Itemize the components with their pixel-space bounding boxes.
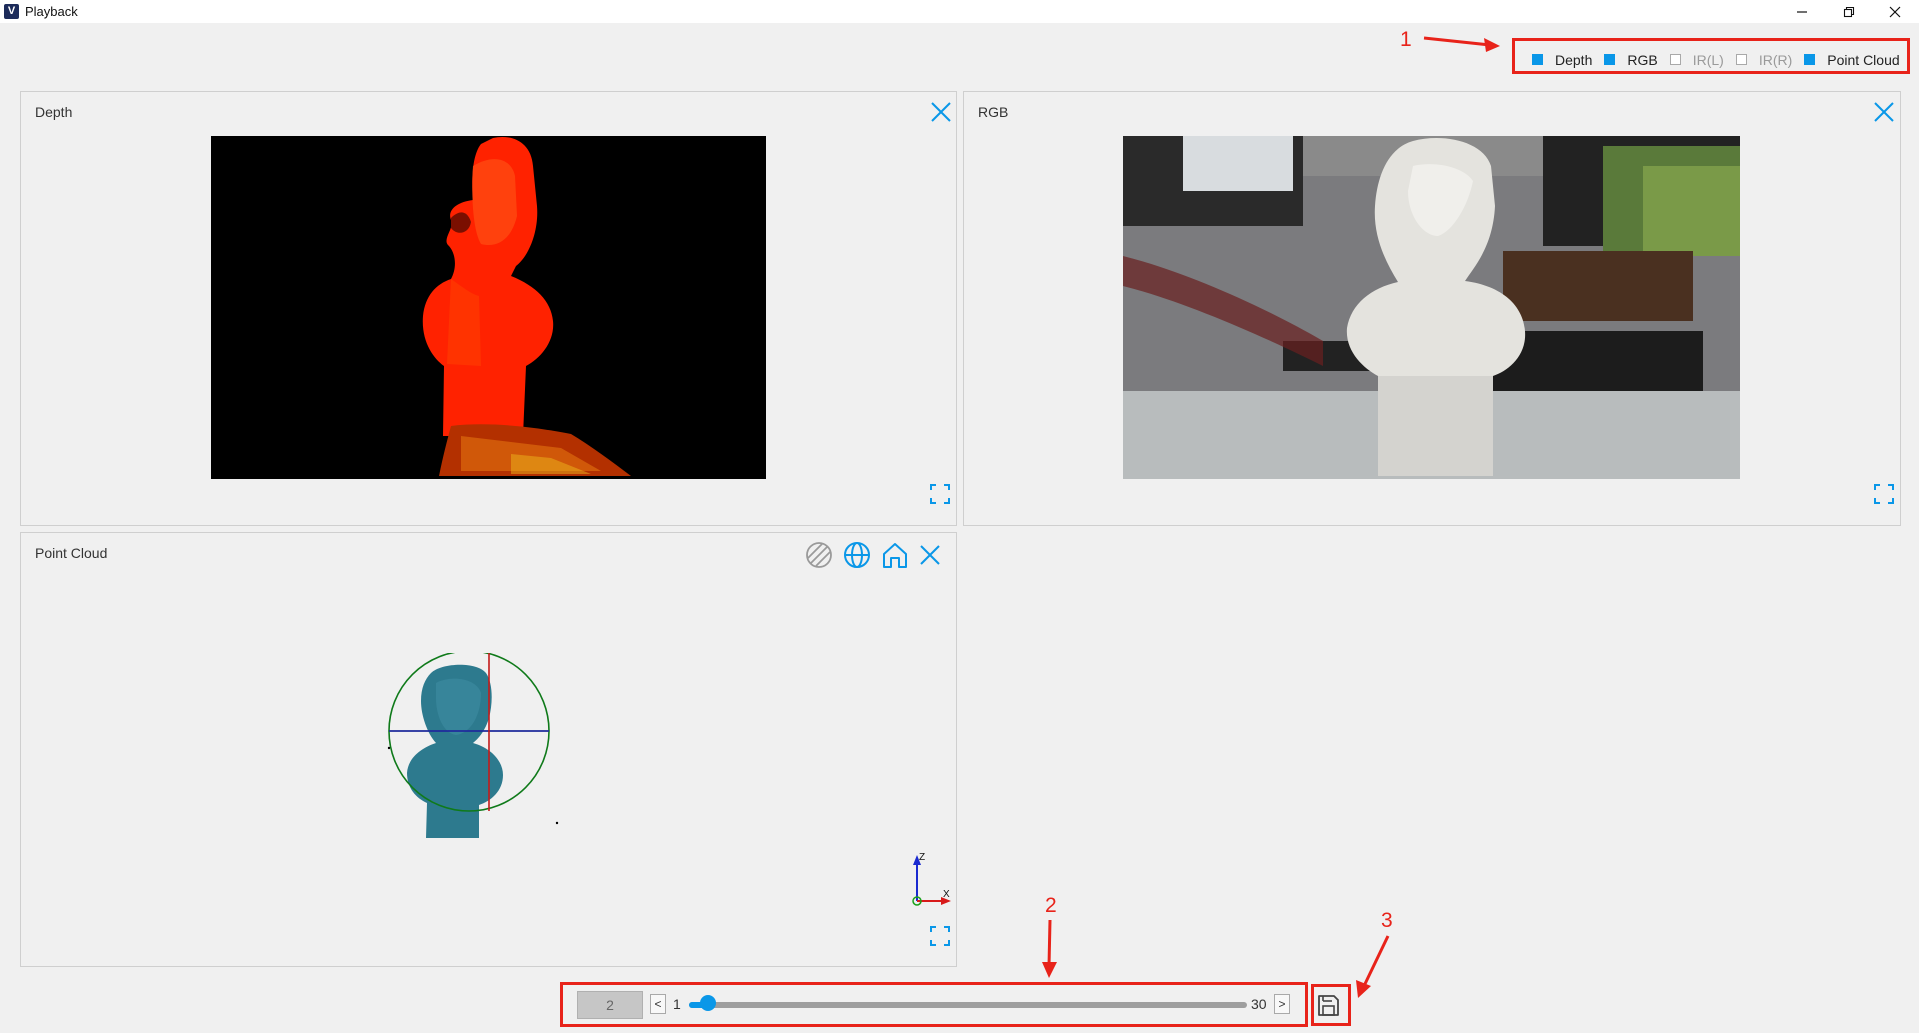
fullscreen-icon[interactable] — [1873, 483, 1895, 505]
depth-image — [211, 136, 766, 479]
minimize-button[interactable] — [1780, 0, 1824, 23]
rgb-panel: RGB — [963, 91, 1901, 526]
title-bar: V Playback — [0, 0, 1919, 23]
checkbox[interactable] — [1669, 54, 1681, 65]
panel-title: Depth — [35, 104, 73, 120]
restore-icon — [1843, 6, 1855, 17]
checkbox[interactable] — [1532, 54, 1543, 65]
point-cloud-panel: Point Cloud Z X — [20, 532, 957, 967]
checkbox[interactable] — [1604, 54, 1616, 65]
close-icon[interactable] — [1873, 101, 1895, 123]
close-icon — [1889, 6, 1901, 17]
depth-panel: Depth — [20, 91, 957, 526]
stream-toggle-rgb[interactable]: RGB — [1604, 51, 1658, 68]
next-frame-button[interactable]: > — [1274, 994, 1290, 1014]
rgb-image — [1123, 136, 1740, 479]
annotation-arrow — [1042, 919, 1057, 978]
axis-z-label: Z — [919, 852, 925, 863]
annotation-number: 2 — [1045, 894, 1057, 917]
globe-icon[interactable] — [843, 541, 871, 569]
minimize-icon — [1797, 10, 1807, 13]
stream-toggle-ir-right[interactable]: IR(R) — [1735, 51, 1793, 68]
save-icon[interactable] — [1315, 992, 1341, 1018]
prev-frame-button[interactable]: < — [650, 994, 666, 1014]
stream-label: Point Cloud — [1827, 51, 1900, 68]
restore-button[interactable] — [1827, 0, 1871, 23]
panel-title: Point Cloud — [35, 545, 108, 561]
point-cloud-view[interactable] — [381, 653, 601, 853]
annotation-arrow — [1356, 935, 1390, 998]
range-min-label: 1 — [673, 996, 681, 1012]
panel-title: RGB — [978, 104, 1009, 120]
fullscreen-icon[interactable] — [929, 483, 951, 505]
fullscreen-icon[interactable] — [929, 925, 951, 947]
stream-toggle-bar: Depth RGB IR(L) IR(R) Point Cloud — [1520, 45, 1906, 74]
stream-toggle-depth[interactable]: Depth — [1532, 52, 1592, 68]
axis-x-label: X — [943, 889, 950, 900]
annotation-arrow — [1423, 36, 1500, 52]
checkbox[interactable] — [1804, 54, 1816, 65]
home-icon[interactable] — [881, 541, 909, 569]
hatch-icon[interactable] — [805, 541, 833, 569]
stream-toggle-point-cloud[interactable]: Point Cloud — [1804, 51, 1900, 68]
axis-gizmo: Z X — [912, 852, 951, 906]
stream-label: Depth — [1555, 51, 1593, 68]
frame-slider-thumb[interactable] — [699, 995, 716, 1011]
range-max-label: 30 — [1251, 996, 1267, 1012]
frame-slider-track[interactable] — [689, 1002, 1247, 1008]
window-title: Playback — [25, 4, 78, 19]
checkbox[interactable] — [1735, 54, 1747, 65]
app-icon: V — [4, 4, 19, 19]
stream-toggle-ir-left[interactable]: IR(L) — [1669, 51, 1724, 68]
annotation-number: 3 — [1381, 909, 1393, 932]
stream-label: RGB — [1627, 51, 1658, 68]
close-icon[interactable] — [919, 544, 941, 566]
stream-label: IR(L) — [1692, 51, 1724, 68]
stream-label: IR(R) — [1758, 51, 1793, 68]
close-window-button[interactable] — [1873, 0, 1917, 23]
annotation-number: 1 — [1400, 28, 1412, 51]
close-icon[interactable] — [930, 101, 952, 123]
frame-number-input[interactable]: 2 — [577, 991, 643, 1019]
